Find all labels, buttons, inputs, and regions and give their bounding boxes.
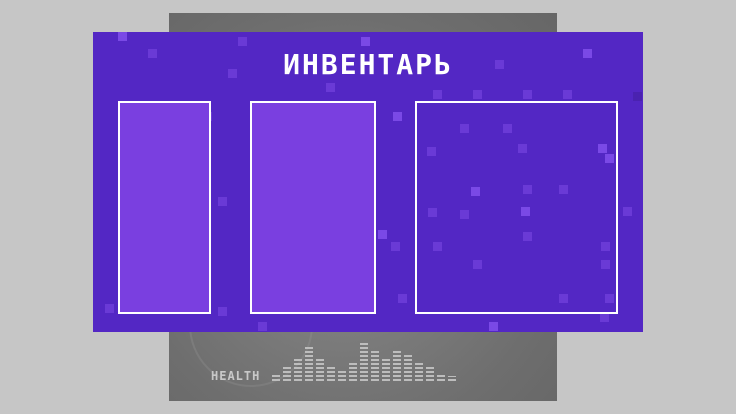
health-meter bbox=[272, 341, 472, 381]
pixel-decoration bbox=[218, 307, 227, 316]
inventory-slot-3[interactable] bbox=[415, 101, 618, 314]
health-meter-bar bbox=[382, 357, 390, 381]
health-meter-bar bbox=[338, 371, 346, 381]
pixel-decoration bbox=[398, 294, 407, 303]
inventory-panel: ИНВЕНТАРЬ bbox=[93, 32, 643, 332]
pixel-decoration bbox=[473, 90, 482, 99]
pixel-decoration bbox=[118, 32, 127, 41]
health-meter-bar bbox=[316, 359, 324, 381]
health-meter-bar bbox=[349, 361, 357, 381]
health-meter-bar bbox=[283, 367, 291, 381]
pixel-decoration bbox=[218, 197, 227, 206]
health-meter-bar bbox=[272, 373, 280, 381]
inventory-slot-1[interactable] bbox=[118, 101, 211, 314]
health-label: HEALTH bbox=[211, 369, 261, 383]
pixel-decoration bbox=[258, 322, 267, 331]
health-meter-bar bbox=[327, 365, 335, 381]
health-meter-bar bbox=[437, 373, 445, 381]
health-meter-bar bbox=[294, 357, 302, 381]
health-meter-bar bbox=[393, 349, 401, 381]
inventory-slot-2[interactable] bbox=[250, 101, 376, 314]
pixel-decoration bbox=[563, 90, 572, 99]
health-meter-bar bbox=[305, 347, 313, 381]
pixel-decoration bbox=[633, 92, 642, 101]
pixel-decoration bbox=[523, 90, 532, 99]
health-meter-bar bbox=[371, 351, 379, 381]
health-meter-bar bbox=[415, 363, 423, 381]
health-meter-bar bbox=[404, 353, 412, 381]
pixel-decoration bbox=[433, 90, 442, 99]
pixel-decoration bbox=[489, 322, 498, 331]
pixel-decoration bbox=[238, 37, 247, 46]
pixel-decoration bbox=[361, 37, 370, 46]
health-meter-bar bbox=[448, 376, 456, 381]
game-screen: HEALTH ИНВЕНТАРЬ bbox=[0, 0, 736, 414]
pixel-decoration bbox=[600, 313, 609, 322]
pixel-decoration bbox=[623, 207, 632, 216]
inventory-title: ИНВЕНТАРЬ bbox=[283, 48, 453, 81]
pixel-decoration bbox=[326, 83, 335, 92]
pixel-decoration bbox=[105, 304, 114, 313]
health-meter-bar bbox=[426, 367, 434, 381]
pixel-decoration bbox=[378, 230, 387, 239]
health-meter-bar bbox=[360, 343, 368, 381]
pixel-decoration bbox=[393, 112, 402, 121]
pixel-decoration bbox=[391, 242, 400, 251]
